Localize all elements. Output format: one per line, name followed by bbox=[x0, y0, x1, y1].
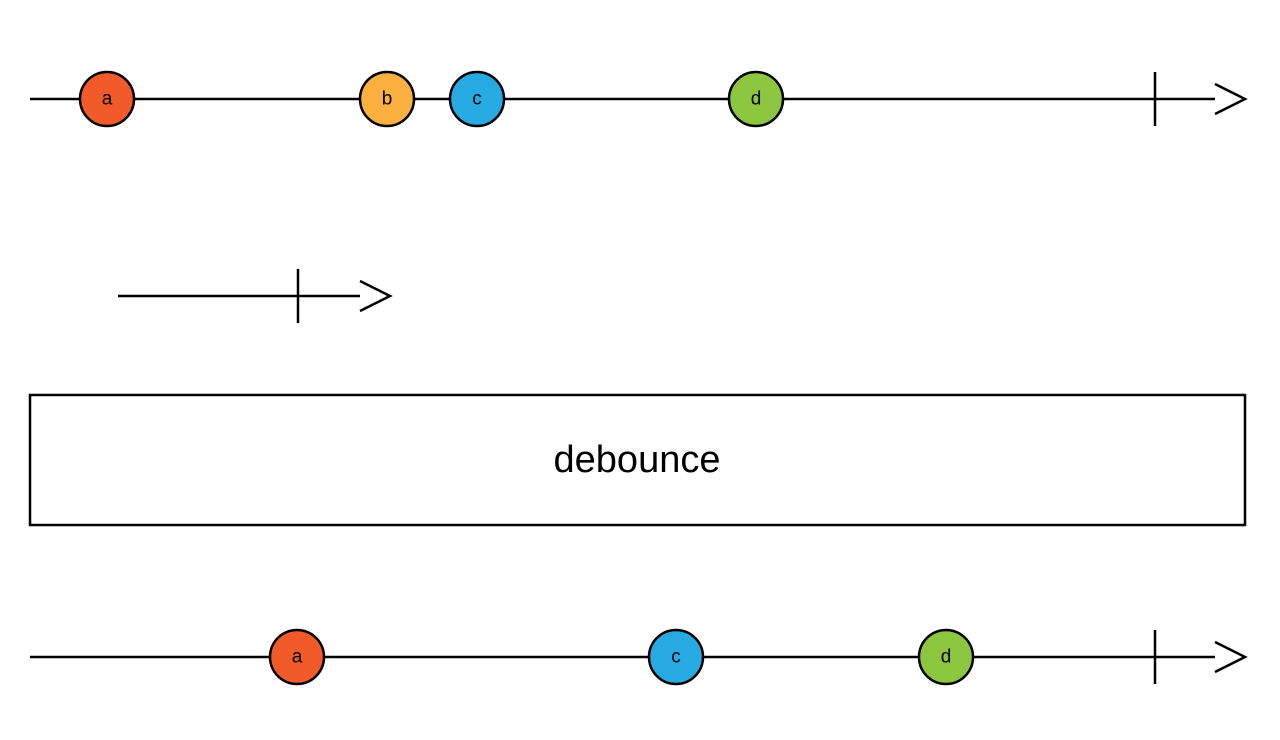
marble-label-a: a bbox=[102, 89, 113, 110]
marble-a: a bbox=[270, 630, 324, 684]
input-stream: a b c d bbox=[30, 72, 1245, 126]
marble-label-c: c bbox=[472, 89, 482, 110]
marble-b: b bbox=[360, 72, 414, 126]
output-stream: acd bbox=[30, 630, 1245, 684]
operator-label: debounce bbox=[554, 439, 721, 481]
marble-label-d: d bbox=[751, 89, 762, 110]
marble-d: d bbox=[919, 630, 973, 684]
marble-a: a bbox=[80, 72, 134, 126]
marble-label-a: a bbox=[292, 647, 303, 668]
marble-diagram: a b c d debounce a c d bbox=[0, 0, 1280, 740]
marble-label-b: b bbox=[382, 89, 393, 110]
marble-c: c bbox=[649, 630, 703, 684]
marble-d: d bbox=[729, 72, 783, 126]
marble-label-c: c bbox=[671, 647, 681, 668]
duration-selector-stream bbox=[118, 269, 390, 323]
marble-label-d: d bbox=[941, 647, 952, 668]
marble-c: c bbox=[450, 72, 504, 126]
